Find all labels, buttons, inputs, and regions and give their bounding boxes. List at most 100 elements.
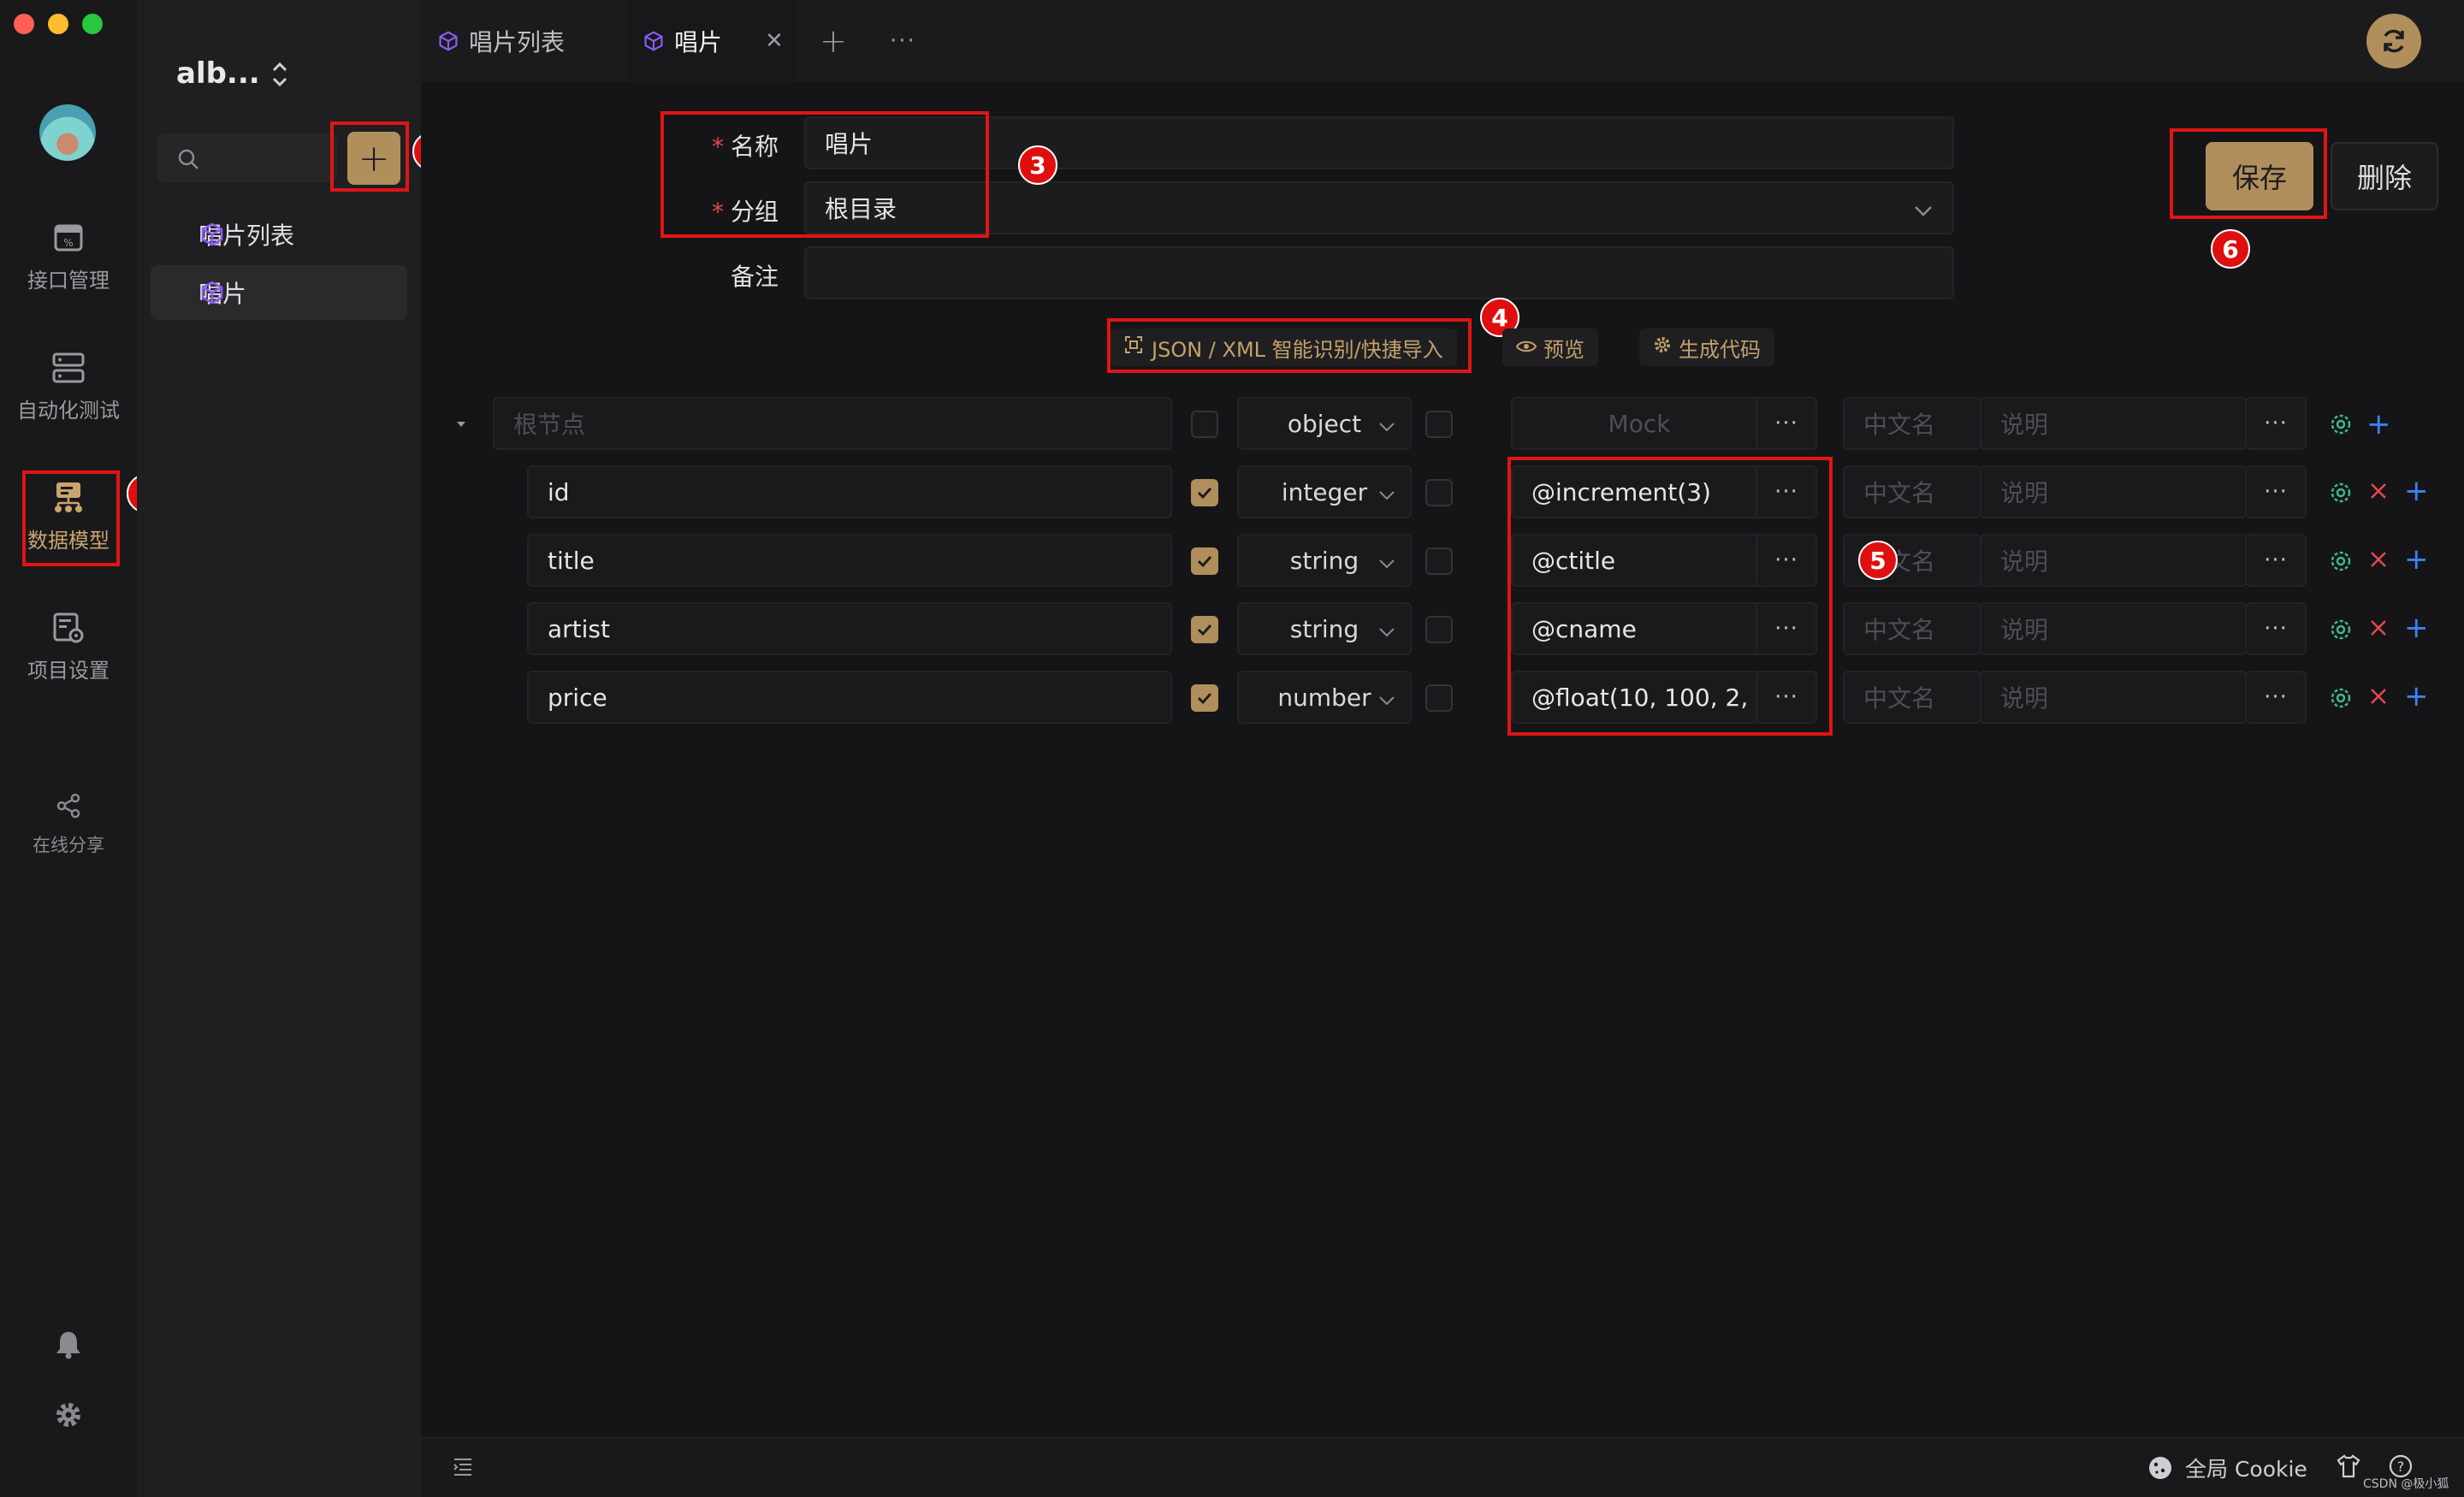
remove-field-icon[interactable] <box>2368 481 2389 505</box>
avatar[interactable] <box>39 104 96 161</box>
tab-album-list[interactable]: 唱片列表 <box>438 0 626 82</box>
server-icon <box>51 351 86 385</box>
field-type-select[interactable]: integer <box>1237 465 1412 518</box>
field-desc-more-button[interactable]: ··· <box>2245 534 2307 587</box>
generate-code-button[interactable]: 生成代码 <box>1639 328 1774 366</box>
field-name-input[interactable]: artist <box>527 602 1172 655</box>
field-nullable-checkbox[interactable] <box>1425 616 1453 643</box>
bell-icon[interactable] <box>53 1329 84 1364</box>
remove-field-icon[interactable] <box>2368 618 2389 642</box>
settings-icon[interactable] <box>2329 481 2353 508</box>
shirt-icon[interactable] <box>2336 1454 2361 1482</box>
preview-button[interactable]: 预览 <box>1502 328 1598 366</box>
type-value: number <box>1277 683 1371 712</box>
api-icon: % <box>51 221 86 255</box>
field-desc-more-button[interactable]: ··· <box>2245 465 2307 518</box>
field-desc-input[interactable]: 说明 <box>1980 465 2247 518</box>
field-desc-input[interactable]: 说明 <box>1980 602 2247 655</box>
global-cookie-button[interactable]: 全局 Cookie <box>2147 1453 2307 1483</box>
field-desc-more-button[interactable]: ··· <box>2245 602 2307 655</box>
tree-item-album-list[interactable]: 唱片列表 <box>151 207 407 262</box>
check-icon <box>1197 692 1212 705</box>
cookie-label: 全局 Cookie <box>2185 1457 2307 1482</box>
field-required-checkbox[interactable] <box>1191 616 1218 643</box>
root-nullable-checkbox[interactable] <box>1425 411 1453 438</box>
root-mock-input[interactable]: Mock <box>1511 397 1768 450</box>
rail-item-autotest[interactable]: 自动化测试 <box>0 351 137 423</box>
field-cn-name-input[interactable]: 中文名 <box>1843 465 1981 518</box>
code-gear-icon <box>1653 335 1672 359</box>
annotation-box-2 <box>330 121 409 192</box>
sidebar-search-input[interactable] <box>157 133 337 183</box>
cube-icon <box>439 31 458 51</box>
field-type-select[interactable]: number <box>1237 671 1412 724</box>
outline-toggle-icon[interactable] <box>452 1456 474 1482</box>
annotation-badge-5: 5 <box>1858 541 1898 580</box>
root-node-input[interactable]: 根节点 <box>493 397 1172 450</box>
settings-icon[interactable] <box>2329 412 2353 440</box>
remove-field-icon[interactable] <box>2368 549 2389 573</box>
field-cn-name-input[interactable]: 中文名 <box>1843 671 1981 724</box>
field-name-input[interactable]: price <box>527 671 1172 724</box>
field-name-input[interactable]: title <box>527 534 1172 587</box>
root-cn-name-input[interactable]: 中文名 <box>1843 397 1981 450</box>
field-desc-input[interactable]: 说明 <box>1980 671 2247 724</box>
settings-icon[interactable] <box>2329 618 2353 645</box>
rail-item-project-settings[interactable]: 项目设置 <box>0 611 137 683</box>
field-desc-input[interactable]: 说明 <box>1980 534 2247 587</box>
root-desc-more-button[interactable]: ··· <box>2245 397 2307 450</box>
note-input[interactable] <box>804 246 1954 299</box>
new-tab-button[interactable]: + <box>820 0 847 82</box>
chevron-down-icon <box>1377 414 1396 442</box>
annotation-box-1 <box>22 470 120 566</box>
tab-album[interactable]: 唱片 ✕ <box>626 0 797 82</box>
zoom-window-button[interactable] <box>82 14 103 34</box>
gear-icon[interactable] <box>53 1399 84 1434</box>
add-child-icon[interactable]: + <box>2366 407 2391 441</box>
preview-label: 预览 <box>1543 337 1584 362</box>
rail-label: 接口管理 <box>27 269 110 293</box>
close-window-button[interactable] <box>14 14 34 34</box>
field-required-checkbox[interactable] <box>1191 684 1218 712</box>
field-nullable-checkbox[interactable] <box>1425 684 1453 712</box>
collapse-caret-icon[interactable] <box>455 417 467 434</box>
add-sibling-icon[interactable]: + <box>2404 474 2429 508</box>
delete-button[interactable]: 删除 <box>2331 142 2438 210</box>
field-cn-name-input[interactable]: 中文名 <box>1843 602 1981 655</box>
rail-label: 在线分享 <box>33 835 104 855</box>
root-required-checkbox[interactable] <box>1191 411 1218 438</box>
field-required-checkbox[interactable] <box>1191 479 1218 506</box>
sync-icon[interactable] <box>2366 14 2421 68</box>
close-tab-icon[interactable]: ✕ <box>765 28 784 54</box>
annotation-box-5 <box>1507 457 1833 736</box>
project-switch-chevron-icon[interactable] <box>270 60 289 95</box>
settings-icon[interactable] <box>2329 549 2353 577</box>
tab-label: 唱片 <box>674 28 723 56</box>
project-name[interactable]: alb... <box>176 56 260 91</box>
field-desc-more-button[interactable]: ··· <box>2245 671 2307 724</box>
annotation-box-3 <box>660 111 989 238</box>
add-sibling-icon[interactable]: + <box>2404 542 2429 577</box>
minimize-window-button[interactable] <box>48 14 68 34</box>
settings-icon[interactable] <box>2329 686 2353 713</box>
rail-item-api[interactable]: % 接口管理 <box>0 221 137 293</box>
tree-item-album[interactable]: 唱片 <box>151 265 407 320</box>
root-mock-more-button[interactable]: ··· <box>1756 397 1817 450</box>
field-type-select[interactable]: string <box>1237 534 1412 587</box>
field-nullable-checkbox[interactable] <box>1425 479 1453 506</box>
rail-label: 项目设置 <box>27 659 110 683</box>
root-type-select[interactable]: object <box>1237 397 1412 450</box>
field-required-checkbox[interactable] <box>1191 547 1218 575</box>
remove-field-icon[interactable] <box>2368 686 2389 710</box>
root-desc-input[interactable]: 说明 <box>1980 397 2247 450</box>
add-sibling-icon[interactable]: + <box>2404 679 2429 713</box>
chevron-down-icon <box>1377 619 1396 648</box>
rail-item-share[interactable]: 在线分享 <box>0 789 137 857</box>
cookie-icon <box>2149 1457 2171 1479</box>
field-name-input[interactable]: id <box>527 465 1172 518</box>
more-tabs-button[interactable]: ··· <box>890 0 916 82</box>
field-nullable-checkbox[interactable] <box>1425 547 1453 575</box>
add-sibling-icon[interactable]: + <box>2404 611 2429 645</box>
field-type-select[interactable]: string <box>1237 602 1412 655</box>
check-icon <box>1197 555 1212 568</box>
